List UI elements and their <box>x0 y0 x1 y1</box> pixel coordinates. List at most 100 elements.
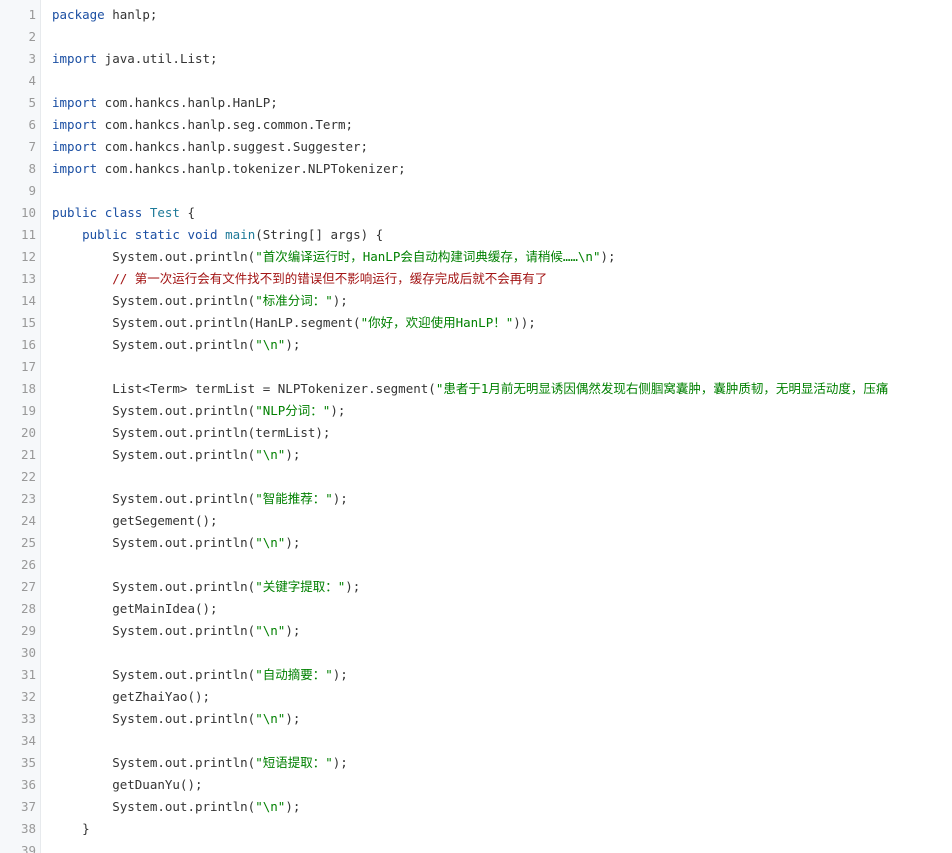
code-line: 29 System.out.println("\n"); <box>0 620 952 642</box>
code-token: "NLP分词：" <box>255 403 331 418</box>
code-line: 31 System.out.println("自动摘要："); <box>0 664 952 686</box>
code-line: 33 System.out.println("\n"); <box>0 708 952 730</box>
code-text: import java.util.List; <box>52 48 218 70</box>
code-token: import <box>52 117 98 132</box>
code-token: "关键字提取：" <box>255 579 346 594</box>
code-token: System.out.println( <box>52 491 256 506</box>
code-token: getDuanYu(); <box>52 777 203 792</box>
code-line: 20 System.out.println(termList); <box>0 422 952 444</box>
code-line: 38 } <box>0 818 952 840</box>
code-token: "智能推荐：" <box>255 491 333 506</box>
line-number: 14 <box>20 293 36 308</box>
code-token: getSegement(); <box>52 513 218 528</box>
line-number: 15 <box>20 315 36 330</box>
line-number: 25 <box>20 535 36 550</box>
code-token: System.out.println( <box>52 249 256 264</box>
code-text: import com.hankcs.hanlp.tokenizer.NLPTok… <box>52 158 406 180</box>
code-line: 10 public class Test { <box>0 202 952 224</box>
code-token: ); <box>332 667 348 682</box>
line-number: 19 <box>20 403 36 418</box>
code-text: getZhaiYao(); <box>52 686 210 708</box>
code-line: 7 import com.hankcs.hanlp.suggest.Suggest… <box>0 136 952 158</box>
line-number: 31 <box>20 667 36 682</box>
code-text: System.out.println("\n"); <box>52 620 300 642</box>
code-text: System.out.println("自动摘要："); <box>52 664 348 686</box>
code-text: System.out.println("\n"); <box>52 444 300 466</box>
code-token: System.out.println( <box>52 403 256 418</box>
line-number: 34 <box>20 733 36 748</box>
code-token: getMainIdea(); <box>52 601 218 616</box>
code-viewer: 1 package hanlp; 2 3 import java.util.List; 4… <box>0 0 952 853</box>
line-number: 33 <box>20 711 36 726</box>
code-text: } <box>52 818 90 840</box>
code-text: import com.hankcs.hanlp.seg.common.Term; <box>52 114 353 136</box>
line-number: 17 <box>20 359 36 374</box>
code-line: 15 System.out.println(HanLP.segment("你好，… <box>0 312 952 334</box>
code-token: System.out.println( <box>52 293 256 308</box>
code-line: 12 System.out.println("首次编译运行时，HanLP会自动构… <box>0 246 952 268</box>
code-token: static <box>134 227 180 242</box>
code-token: ); <box>345 579 361 594</box>
line-number: 6 <box>28 117 36 132</box>
code-token: public <box>82 227 128 242</box>
line-number: 21 <box>20 447 36 462</box>
code-token: ); <box>285 711 301 726</box>
code-token: com.hankcs.hanlp.seg.common.Term; <box>97 117 354 132</box>
code-token: System.out.println(termList); <box>52 425 331 440</box>
code-line: 37 System.out.println("\n"); <box>0 796 952 818</box>
code-token: package <box>52 7 105 22</box>
code-token: System.out.println( <box>52 535 256 550</box>
code-line: 16 System.out.println("\n"); <box>0 334 952 356</box>
code-token: "标准分词：" <box>255 293 333 308</box>
code-line: 26 <box>0 554 952 576</box>
code-token: getZhaiYao(); <box>52 689 211 704</box>
code-token: hanlp; <box>104 7 158 22</box>
line-number: 24 <box>20 513 36 528</box>
code-token: com.hankcs.hanlp.tokenizer.NLPTokenizer; <box>97 161 406 176</box>
line-number: 4 <box>28 73 36 88</box>
line-number: 38 <box>20 821 36 836</box>
code-token: class <box>104 205 143 220</box>
code-token: (String[] args) { <box>255 227 384 242</box>
code-text: System.out.println("\n"); <box>52 708 300 730</box>
code-token: System.out.println( <box>52 755 256 770</box>
code-token: { <box>179 205 196 220</box>
code-token: "\n" <box>255 447 286 462</box>
code-text: System.out.println("关键字提取："); <box>52 576 360 598</box>
code-token: ); <box>285 337 301 352</box>
code-token: Test <box>149 205 180 220</box>
code-token: import <box>52 51 98 66</box>
code-text: System.out.println("标准分词："); <box>52 290 348 312</box>
code-token: System.out.println( <box>52 711 256 726</box>
code-token: System.out.println( <box>52 447 256 462</box>
code-token: "\n" <box>255 711 286 726</box>
code-token: "短语提取：" <box>255 755 333 770</box>
line-number: 7 <box>28 139 36 154</box>
code-token: System.out.println( <box>52 667 256 682</box>
code-token: System.out.println( <box>52 337 256 352</box>
code-text: getSegement(); <box>52 510 218 532</box>
code-text: System.out.println("\n"); <box>52 532 300 554</box>
code-text: getMainIdea(); <box>52 598 218 620</box>
code-token: main <box>225 227 256 242</box>
line-number: 29 <box>20 623 36 638</box>
code-token: import <box>52 95 98 110</box>
code-text: System.out.println("首次编译运行时，HanLP会自动构建词典… <box>52 246 615 268</box>
code-token: "\n" <box>255 623 286 638</box>
code-token: "首次编译运行时，HanLP会自动构建词典缓存，请稍候……\n" <box>255 249 601 264</box>
code-text: System.out.println(HanLP.segment("你好，欢迎使… <box>52 312 536 334</box>
code-line: 4 <box>0 70 952 92</box>
code-line: 22 <box>0 466 952 488</box>
line-number: 3 <box>28 51 36 66</box>
code-token: ); <box>330 403 346 418</box>
code-token: System.out.println(HanLP.segment( <box>52 315 361 330</box>
code-token: import <box>52 161 98 176</box>
code-token: ); <box>285 799 301 814</box>
code-token: ); <box>332 293 348 308</box>
code-line: 32 getZhaiYao(); <box>0 686 952 708</box>
code-text: public class Test { <box>52 202 195 224</box>
code-lines: 1 package hanlp; 2 3 import java.util.List; 4… <box>0 4 952 853</box>
